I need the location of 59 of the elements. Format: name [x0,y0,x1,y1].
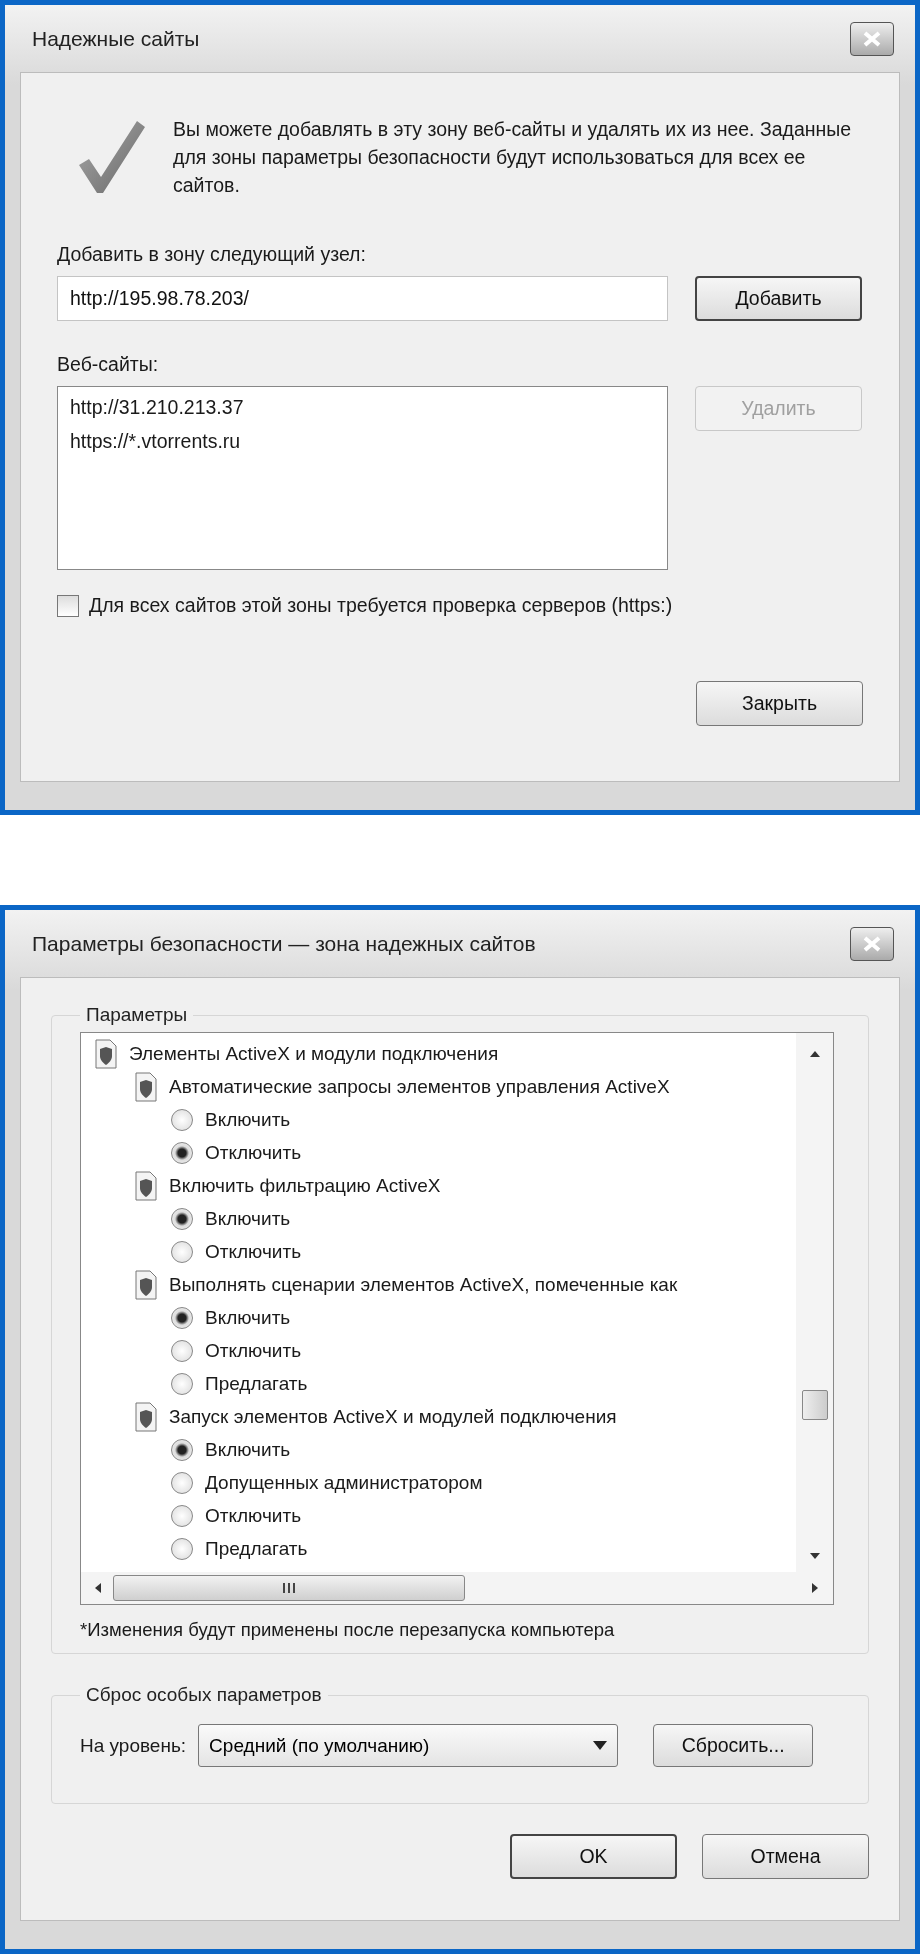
shield-document-icon [135,1170,157,1201]
level-select[interactable]: Средний (по умолчанию) [198,1724,619,1767]
setting-label: Включить фильтрацию ActiveX [169,1174,441,1197]
option-label: Предлагать [205,1537,308,1560]
option-label: Отключить [205,1141,302,1164]
option-label: Отключить [205,1339,302,1362]
option-label: Включить [205,1108,291,1131]
dialog-button[interactable]: OK [510,1834,677,1879]
list-label: Веб-сайты: [57,353,160,376]
option-label: Включить [205,1438,291,1461]
radio-button[interactable] [171,1438,193,1461]
window-title: Параметры безопасности — зона надежных сайтов [32,931,536,956]
close-icon [861,935,883,952]
setting-label: Элементы ActiveX и модули подключения [129,1042,499,1065]
option-label: Допущенных администратором [205,1471,483,1494]
caret-icon [593,1741,608,1750]
radio-button[interactable] [171,1240,193,1263]
setting-label: Автоматические запросы элементов управления ActiveX [169,1075,670,1098]
group-title: Параметры [85,1004,189,1026]
option-label: Включить [205,1306,291,1329]
reset-button[interactable]: Сбросить... [653,1724,814,1767]
site-item[interactable]: https://*.vtorrents.ru [70,427,655,455]
dialog-button[interactable]: Отмена [702,1834,869,1879]
radio-button[interactable] [171,1339,193,1362]
intro-text: Вы можете добавлять в эту зону веб-сайты и удалять их из нее. Заданные для зоны параметры безопасности будут использоваться для всех ее сайтов. [173,117,853,198]
shield-document-icon [95,1038,117,1069]
option-label: Включить [205,1207,291,1230]
radio-button[interactable] [171,1504,193,1527]
option-label: Отключить [205,1240,302,1263]
shield-document-icon [135,1071,157,1102]
radio-button[interactable] [171,1141,193,1164]
shield-document-icon [135,1401,157,1432]
site-item[interactable]: http://31.210.213.37 [70,393,655,421]
note-text: *Изменения будут применены после перезапуска компьютера [80,1619,616,1641]
checkbox-label: Для всех сайтов этой зоны требуется проверка серверов (https:) [89,594,673,617]
option-label: Предлагать [205,1372,308,1395]
radio-button[interactable] [171,1372,193,1395]
radio-button[interactable] [171,1207,193,1230]
add-button[interactable]: Добавить [695,276,862,321]
setting-label: Выполнять сценарии элементов ActiveX, помеченные как [169,1273,678,1296]
close-icon [861,30,883,47]
radio-button[interactable] [171,1471,193,1494]
window-title: Надежные сайты [32,26,200,51]
close-dialog-button[interactable]: Закрыть [696,681,863,726]
radio-button[interactable] [171,1306,193,1329]
radio-button[interactable] [171,1108,193,1131]
close-button[interactable] [850,21,894,56]
level-label: На уровень: [80,1734,187,1757]
setting-label: Запуск элементов ActiveX и модулей подключения [169,1405,617,1428]
scrollbar-thumb[interactable] [801,1390,828,1420]
radio-button[interactable] [171,1537,193,1560]
group-title: Сброс особых параметров [85,1684,323,1706]
url-field[interactable]: http://195.98.78.203/ [57,276,668,321]
scrollbar-thumb[interactable] [113,1575,465,1601]
option-label: Отключить [205,1504,302,1527]
close-button[interactable] [850,926,894,961]
field-label: Добавить в зону следующий узел: [57,243,367,266]
checkbox[interactable] [57,594,79,617]
shield-document-icon [135,1269,157,1300]
